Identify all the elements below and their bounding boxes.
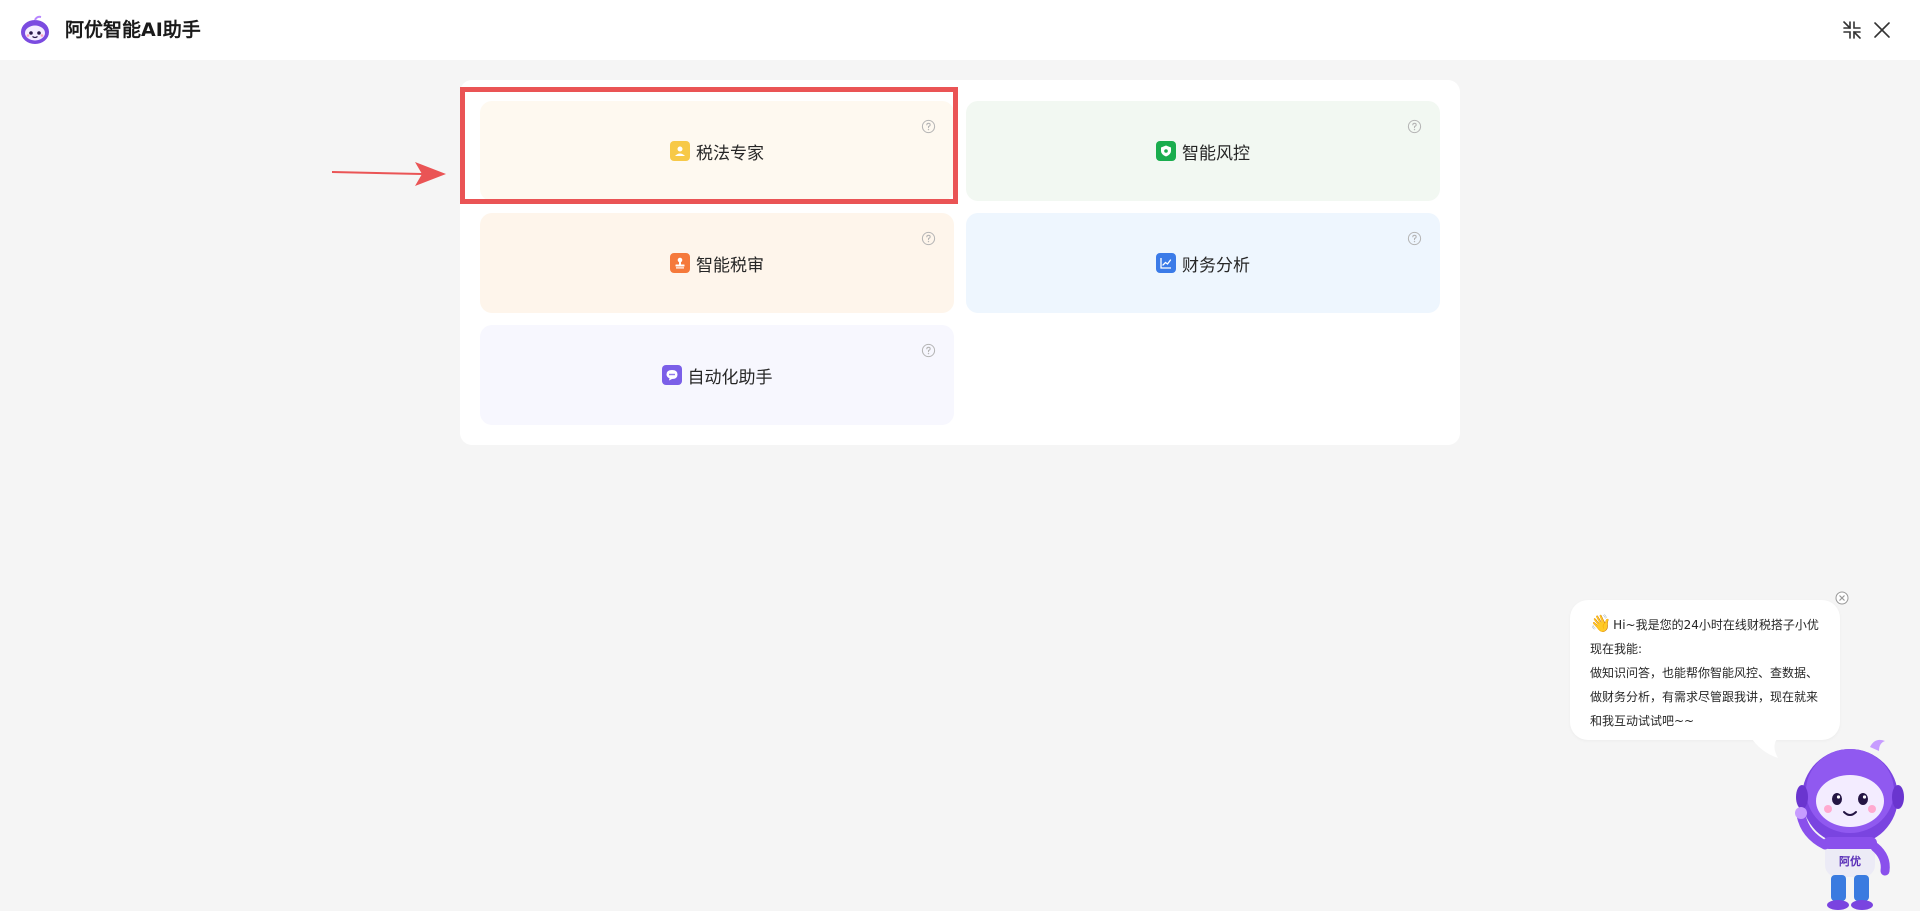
card-label: 自动化助手 (687, 367, 773, 388)
help-icon[interactable] (1407, 231, 1422, 246)
card-label: 财务分析 (1182, 255, 1250, 276)
bubble-line-3: 做知识问答，也能帮你智能风控、查数据、 (1590, 666, 1819, 680)
card-label: 智能税审 (696, 255, 764, 276)
chat-bot-icon (661, 365, 682, 385)
shield-icon (1156, 141, 1176, 161)
bubble-line-1: Hi~我是您的24小时在线财税搭子小优 (1613, 618, 1819, 632)
card-automation-assistant[interactable]: 自动化助手 (480, 325, 954, 425)
assistant-bubble: 👋 Hi~我是您的24小时在线财税搭子小优 现在我能: 做知识问答，也能帮你智能风… (1570, 600, 1840, 740)
help-icon[interactable] (921, 343, 936, 358)
card-label: 智能风控 (1182, 143, 1250, 164)
help-icon[interactable] (921, 119, 936, 134)
bubble-line-2: 现在我能: (1590, 642, 1643, 656)
bubble-line-5: 和我互动试试吧~~ (1590, 714, 1695, 728)
header: 阿优智能AI助手 (0, 0, 1920, 60)
feature-panel: 税法专家 智能风控 智能税审 财务分析 自动化助手 (460, 80, 1460, 445)
app-title: 阿优智能AI助手 (65, 19, 201, 41)
card-tax-law-expert[interactable]: 税法专家 (480, 101, 954, 201)
bubble-line-4: 做财务分析，有需求尽管跟我讲，现在就来 (1590, 690, 1819, 704)
card-smart-risk-control[interactable]: 智能风控 (966, 101, 1440, 201)
wave-hand-icon: 👋 (1590, 614, 1612, 634)
bubble-close-icon[interactable] (1835, 591, 1849, 605)
card-financial-analysis[interactable]: 财务分析 (966, 213, 1440, 313)
card-smart-tax-audit[interactable]: 智能税审 (480, 213, 954, 313)
pointer-arrow-icon (332, 162, 446, 186)
shrink-icon[interactable] (1840, 18, 1864, 42)
chart-icon (1156, 253, 1176, 273)
help-icon[interactable] (921, 231, 936, 246)
help-icon[interactable] (1407, 119, 1422, 134)
mascot-badge-text: 阿优 (1839, 854, 1861, 868)
app-logo-icon (21, 15, 49, 44)
user-badge-icon (670, 141, 690, 161)
bubble-tail (1750, 736, 1780, 758)
mascot-robot[interactable]: 阿优 (1795, 735, 1905, 911)
close-icon[interactable] (1870, 18, 1894, 42)
stamp-icon (670, 253, 690, 273)
card-label: 税法专家 (696, 143, 764, 164)
